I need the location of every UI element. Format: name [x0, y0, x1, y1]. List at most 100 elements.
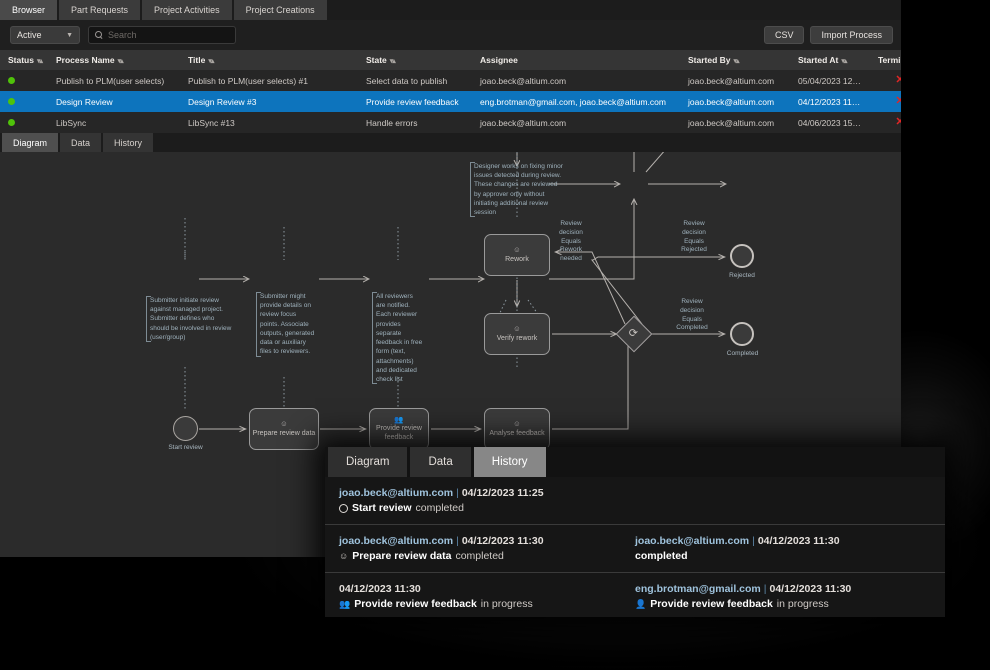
history-step-name: Provide review feedback — [650, 598, 773, 610]
status-filter-value: Active — [17, 30, 42, 40]
sort-icon: ▾▴ — [734, 58, 739, 65]
history-tab-data[interactable]: Data — [410, 447, 470, 477]
edge-line: Equals — [669, 238, 719, 247]
history-entry-meta: eng.brotman@gmail.com|04/12/2023 11:30 — [635, 583, 931, 595]
history-tab-label: Diagram — [346, 456, 389, 468]
history-tab-diagram[interactable]: Diagram — [328, 447, 407, 477]
cell-title: LibSync #13 — [180, 112, 358, 133]
tab-browser[interactable]: Browser — [0, 0, 57, 20]
terminate-icon[interactable]: ✕ — [895, 95, 901, 107]
tab-label: Part Requests — [71, 6, 128, 15]
table-header: Status▾▴ Process Name▾▴ Title▾▴ State▾▴ … — [0, 50, 901, 70]
user-task-icon: ☺ — [513, 246, 521, 254]
import-label: Import Process — [821, 30, 882, 40]
user-task-icon: ☺ — [280, 420, 288, 428]
subtab-data[interactable]: Data — [60, 133, 101, 152]
column-header-title[interactable]: Title▾▴ — [180, 50, 358, 70]
history-list: joao.beck@altium.com|04/12/2023 11:25 St… — [325, 477, 945, 620]
history-tabbar: Diagram Data History — [325, 447, 945, 477]
tab-label: Project Activities — [154, 6, 220, 15]
toolbar: Active ▼ Search CSV Import Process — [0, 20, 901, 50]
cell-assignee: joao.beck@altium.com — [472, 112, 680, 133]
cell-status — [0, 70, 48, 91]
history-datetime: 04/12/2023 11:30 — [339, 583, 421, 595]
status-dot-icon — [8, 98, 15, 105]
completed-end-event[interactable] — [730, 322, 754, 346]
task-label: Analyse feedback — [489, 429, 544, 438]
edge-line: Equals — [548, 238, 594, 247]
history-datetime: 04/12/2023 11:30 — [462, 535, 544, 547]
gateway-glyph: ⟳ — [629, 329, 638, 340]
subtab-label: Data — [71, 138, 90, 148]
tab-project-activities[interactable]: Project Activities — [142, 0, 232, 20]
history-entry-line: completed — [635, 550, 931, 562]
task-provide-review-feedback[interactable]: 👥 Provide review feedback — [369, 408, 429, 450]
history-entry-meta: joao.beck@altium.com|04/12/2023 11:30 — [339, 535, 635, 547]
history-user: eng.brotman@gmail.com — [635, 583, 761, 595]
group-task-icon: 👥 — [339, 599, 350, 610]
history-entry-right: eng.brotman@gmail.com|04/12/2023 11:30 👤… — [635, 583, 931, 610]
status-filter-select[interactable]: Active ▼ — [10, 26, 80, 44]
note-start: Submitter initiate review against manage… — [146, 296, 234, 342]
task-rework[interactable]: ☺ Rework — [484, 234, 550, 276]
subtab-diagram[interactable]: Diagram — [2, 133, 58, 152]
cell-state: Provide review feedback — [358, 91, 472, 112]
header-label: Terminate — [878, 55, 901, 65]
sort-icon: ▾▴ — [390, 58, 395, 65]
cell-state: Select data to publish — [358, 70, 472, 91]
history-user: joao.beck@altium.com — [635, 535, 749, 547]
edge-line: Review — [662, 298, 722, 307]
start-review-event[interactable] — [173, 416, 198, 441]
cell-terminate[interactable]: ✕ — [870, 112, 901, 133]
status-dot-icon — [8, 77, 15, 84]
task-verify-rework[interactable]: ☺ Verify rework — [484, 313, 550, 355]
edge-line: Rejected — [669, 246, 719, 255]
detail-tabbar: Diagram Data History — [0, 133, 901, 152]
cell-title: Design Review #3 — [180, 91, 358, 112]
cell-process-name: Design Review — [48, 91, 180, 112]
cell-state: Handle errors — [358, 112, 472, 133]
cell-started-at: 04/06/2023 15:56 — [790, 112, 870, 133]
rejected-end-event[interactable] — [730, 244, 754, 268]
import-process-button[interactable]: Import Process — [810, 26, 893, 44]
header-label: State — [366, 55, 387, 65]
edge-line: Completed — [662, 324, 722, 333]
column-header-status[interactable]: Status▾▴ — [0, 50, 48, 70]
task-label: Verify rework — [497, 334, 537, 343]
column-header-terminate: Terminate — [870, 50, 901, 70]
terminate-icon[interactable]: ✕ — [895, 116, 901, 128]
cell-assignee: joao.beck@altium.com — [472, 70, 680, 91]
start-event-icon — [339, 504, 348, 513]
subtab-history[interactable]: History — [103, 133, 153, 152]
toolbar-actions: CSV Import Process — [764, 20, 893, 50]
table-row[interactable]: LibSync LibSync #13 Handle errors joao.b… — [0, 112, 901, 133]
column-header-assignee[interactable]: Assignee — [472, 50, 680, 70]
edge-label-rejected: Review decision Equals Rejected — [669, 220, 719, 255]
history-tab-history[interactable]: History — [474, 447, 546, 477]
history-step-status: completed — [416, 502, 464, 514]
task-prepare-review-data[interactable]: ☺ Prepare review data — [249, 408, 319, 450]
tab-project-creations[interactable]: Project Creations — [234, 0, 327, 20]
table-row[interactable]: Design Review Design Review #3 Provide r… — [0, 91, 901, 112]
header-label: Assignee — [480, 55, 518, 65]
column-header-process-name[interactable]: Process Name▾▴ — [48, 50, 180, 70]
screen-root: Browser Part Requests Project Activities… — [0, 0, 990, 670]
tab-part-requests[interactable]: Part Requests — [59, 0, 140, 20]
terminate-icon[interactable]: ✕ — [895, 74, 901, 86]
table-row[interactable]: Publish to PLM(user selects) Publish to … — [0, 70, 901, 91]
history-datetime: 04/12/2023 11:25 — [462, 487, 544, 499]
sort-icon: ▾▴ — [118, 58, 123, 65]
csv-button[interactable]: CSV — [764, 26, 805, 44]
cell-terminate[interactable]: ✕ — [870, 70, 901, 91]
search-input[interactable]: Search — [88, 26, 236, 44]
column-header-started-by[interactable]: Started By▾▴ — [680, 50, 790, 70]
edge-label-completed: Review decision Equals Completed — [662, 298, 722, 333]
task-analyse-feedback[interactable]: ☺ Analyse feedback — [484, 408, 550, 450]
column-header-state[interactable]: State▾▴ — [358, 50, 472, 70]
cell-terminate[interactable]: ✕ — [870, 91, 901, 112]
history-entry-meta: joao.beck@altium.com|04/12/2023 11:30 — [635, 535, 931, 547]
column-header-started-at[interactable]: Started At▾▴ — [790, 50, 870, 70]
history-user: joao.beck@altium.com — [339, 487, 453, 499]
user-task-icon: ☺ — [513, 325, 521, 333]
history-entry-right-empty — [635, 487, 931, 514]
